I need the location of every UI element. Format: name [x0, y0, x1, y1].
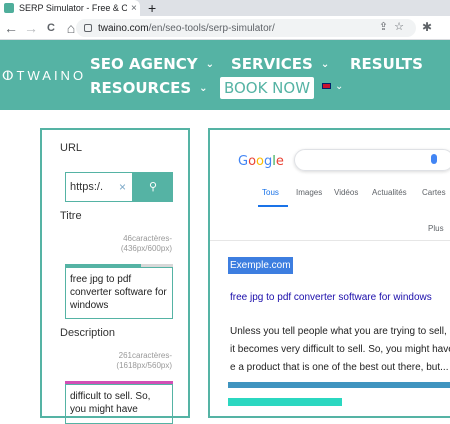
url-label: URL — [60, 142, 83, 154]
uk-flag-icon — [322, 83, 331, 89]
serp-more[interactable]: Plus — [428, 224, 444, 233]
tab-title: SERP Simulator - Free & Online | — [19, 3, 127, 13]
chevron-down-icon: ⌄ — [205, 59, 215, 70]
site-header: ⵀTWAINO — [0, 40, 450, 110]
serp-divider — [210, 240, 450, 241]
nav-services[interactable]: SERVICES ⌄ — [231, 55, 329, 73]
serp-tab-news[interactable]: Actualités — [372, 188, 407, 197]
address-url: twaino.com/en/seo-tools/serp-simulator/ — [98, 22, 275, 34]
chevron-down-icon: ⌄ — [199, 83, 208, 94]
nav-results[interactable]: RESULTS — [350, 55, 423, 73]
title-label: Titre — [60, 210, 82, 222]
description-label: Description — [60, 327, 116, 339]
nav-seo-agency[interactable]: SEO AGENCY ⌄ — [90, 55, 214, 73]
site-favicon-icon — [4, 3, 14, 13]
serp-preview-panel: Google Tous Images Vidéos Actualités Car… — [208, 128, 450, 418]
browser-tabbar: SERP Simulator - Free & Online | × + — [0, 0, 450, 16]
nav-resources[interactable]: RESOURCES ⌄ — [90, 79, 208, 97]
serp-tab-maps[interactable]: Cartes — [422, 188, 446, 197]
reload-icon[interactable]: C — [42, 22, 60, 34]
active-tab-indicator — [258, 205, 288, 207]
twaino-logo[interactable]: ⵀTWAINO — [2, 68, 86, 84]
description-field[interactable]: difficult to sell. So, you might have — [65, 384, 173, 424]
serp-tab-videos[interactable]: Vidéos — [334, 188, 358, 197]
search-icon: ⚲ — [148, 181, 158, 193]
url-input[interactable]: https:/. × — [65, 172, 133, 202]
title-field[interactable]: free jpg to pdf converter software for w… — [65, 267, 173, 319]
forward-icon[interactable]: → — [22, 20, 40, 36]
browser-tab[interactable]: SERP Simulator - Free & Online | × — [0, 0, 140, 16]
chevron-down-icon: ⌄ — [320, 59, 330, 70]
serp-tab-images[interactable]: Images — [296, 188, 322, 197]
title-counter: 46caractères- (436px/600px) — [120, 234, 172, 253]
book-now-button[interactable]: BOOK NOW — [220, 77, 314, 99]
result-url[interactable]: Exemple.com — [228, 257, 293, 274]
share-star-icons[interactable]: ⇪☆ — [379, 20, 410, 33]
description-counter: 261caractères- (1618px/560px) — [116, 351, 172, 370]
lock-icon — [84, 24, 92, 32]
description-pixel-bar — [228, 382, 450, 388]
result-description: Unless you tell people what you are tryi… — [230, 326, 450, 373]
clear-icon[interactable]: × — [119, 180, 126, 194]
extension-icon[interactable]: ✱ — [422, 20, 436, 34]
back-icon[interactable]: ← — [2, 20, 20, 36]
close-tab-icon[interactable]: × — [131, 3, 137, 14]
new-tab-button[interactable]: + — [148, 0, 156, 16]
google-search-box[interactable] — [294, 149, 450, 171]
url-input-value: https:/. — [70, 181, 104, 193]
google-logo: Google — [238, 154, 284, 169]
mic-icon — [431, 154, 437, 164]
browser-toolbar: ← → C ⌂ twaino.com/en/seo-tools/serp-sim… — [0, 16, 450, 40]
search-button[interactable]: ⚲ — [133, 172, 173, 202]
language-selector[interactable]: ⌄ — [322, 81, 343, 92]
result-title[interactable]: free jpg to pdf converter software for w… — [230, 292, 432, 303]
description-limit-bar — [228, 398, 342, 406]
address-bar[interactable]: twaino.com/en/seo-tools/serp-simulator/ … — [76, 19, 416, 37]
serp-tab-all[interactable]: Tous — [262, 188, 279, 197]
serp-input-panel: URL https:/. × ⚲ Titre 46caractères- (43… — [40, 128, 190, 424]
